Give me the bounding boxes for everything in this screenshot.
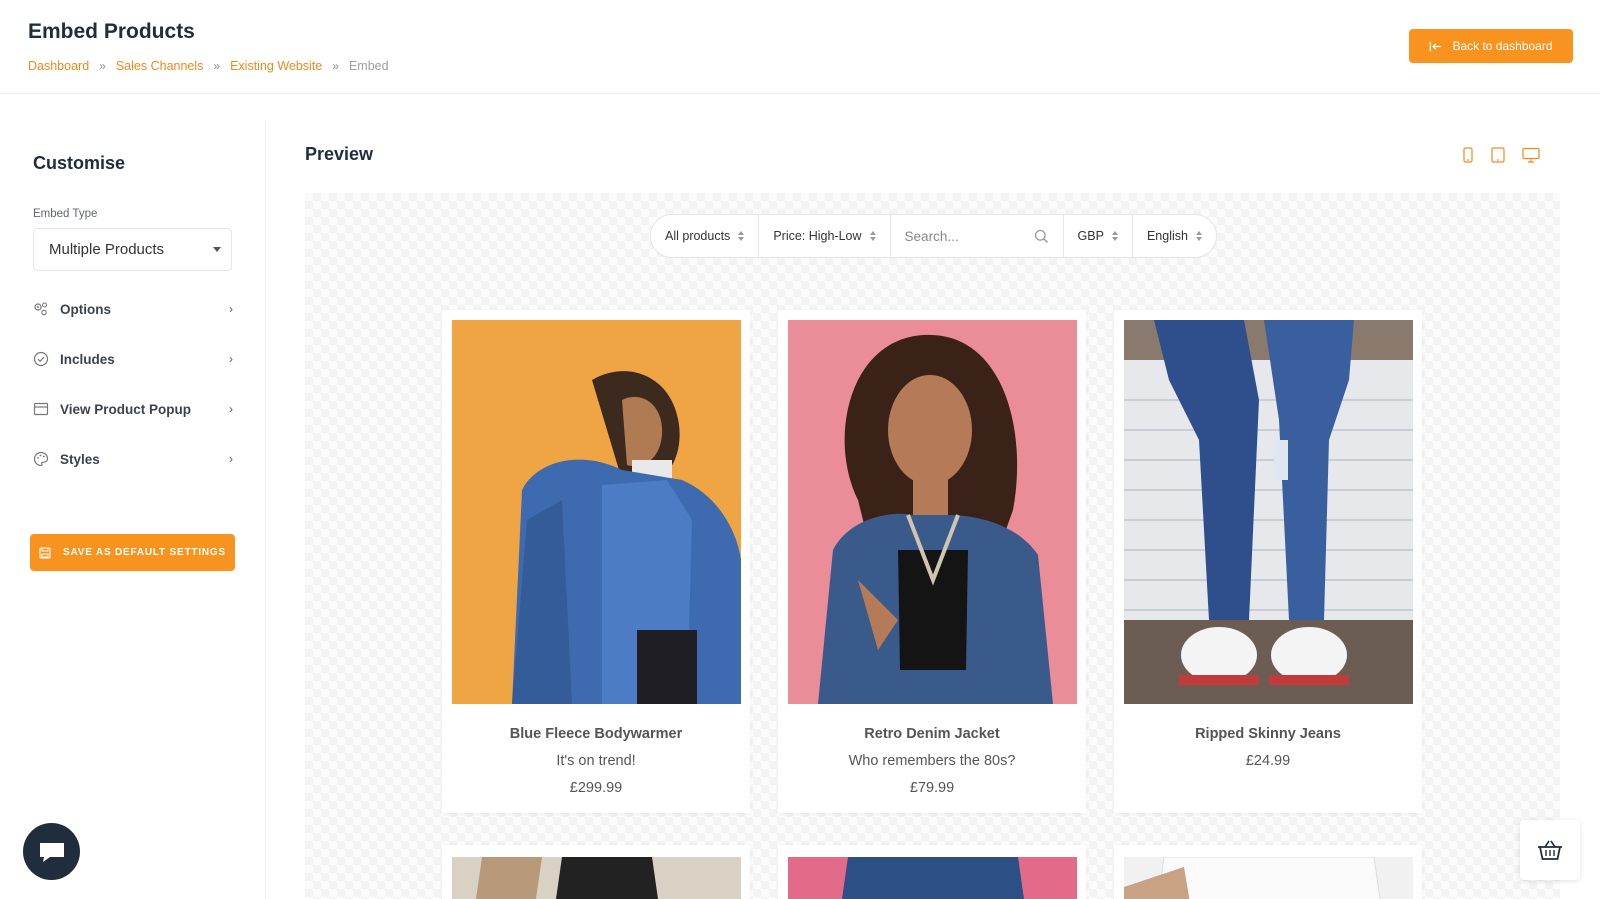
- preview-area: All products Price: High-Low GBP English: [305, 193, 1560, 899]
- embed-type-select[interactable]: Multiple Products: [33, 228, 232, 271]
- sort-select[interactable]: Price: High-Low: [759, 215, 891, 257]
- save-default-settings-label: SAVE AS DEFAULT SETTINGS: [63, 547, 226, 558]
- back-arrow-icon: [1429, 40, 1442, 53]
- currency-value: GBP: [1077, 229, 1104, 243]
- chevron-right-icon: ›: [229, 352, 233, 366]
- page-title: Embed Products: [28, 20, 195, 43]
- search-input[interactable]: [904, 228, 1025, 244]
- product-image: [1124, 857, 1413, 899]
- breadcrumb-existing-website[interactable]: Existing Website: [230, 59, 322, 73]
- product-card[interactable]: [1114, 845, 1422, 899]
- product-image: [452, 857, 741, 899]
- product-name: Retro Denim Jacket: [864, 726, 1000, 742]
- options-gear-icon: [33, 301, 49, 317]
- search-icon[interactable]: [1034, 229, 1049, 244]
- sidebar-item-options[interactable]: Options ›: [33, 297, 233, 321]
- category-select[interactable]: All products: [651, 215, 760, 257]
- caret-down-icon: [213, 247, 221, 252]
- breadcrumb-separator: »: [213, 59, 221, 73]
- product-price: £79.99: [909, 780, 955, 796]
- breadcrumb-separator: »: [99, 59, 106, 73]
- search-box: [891, 215, 1064, 257]
- product-name: Blue Fleece Bodywarmer: [509, 726, 683, 742]
- sidebar-item-styles[interactable]: Styles ›: [33, 447, 233, 471]
- sidebar-item-includes[interactable]: Includes ›: [33, 347, 233, 371]
- save-default-settings-button[interactable]: SAVE AS DEFAULT SETTINGS: [30, 534, 235, 571]
- product-name: Ripped Skinny Jeans: [1195, 726, 1341, 742]
- sidebar-item-label: Includes: [60, 351, 115, 367]
- sort-arrows-icon: [869, 231, 876, 241]
- basket-icon: [1537, 839, 1563, 861]
- product-tagline: Who remembers the 80s?: [848, 753, 1016, 769]
- save-disk-icon: [39, 546, 51, 559]
- sidebar-title: Customise: [33, 153, 126, 173]
- mobile-icon[interactable]: [1462, 147, 1474, 163]
- product-card[interactable]: Ripped Skinny Jeans £24.99: [1114, 310, 1422, 813]
- back-to-dashboard-label: Back to dashboard: [1452, 39, 1553, 53]
- sidebar-item-view-product-popup[interactable]: View Product Popup ›: [33, 397, 233, 421]
- back-to-dashboard-button[interactable]: Back to dashboard: [1409, 29, 1573, 63]
- chevron-right-icon: ›: [229, 302, 233, 316]
- sort-value: Price: High-Low: [773, 229, 862, 243]
- desktop-icon[interactable]: [1522, 147, 1540, 163]
- basket-button[interactable]: [1520, 820, 1580, 880]
- category-value: All products: [665, 229, 731, 243]
- window-icon: [33, 401, 49, 417]
- sort-arrows-icon: [1195, 231, 1202, 241]
- breadcrumb-dashboard[interactable]: Dashboard: [28, 59, 89, 73]
- embed-type-value: Multiple Products: [49, 241, 165, 258]
- sidebar-item-label: Options: [60, 301, 111, 317]
- filter-bar: All products Price: High-Low GBP English: [650, 214, 1217, 258]
- product-image: [452, 320, 741, 704]
- product-card[interactable]: [442, 845, 750, 899]
- currency-select[interactable]: GBP: [1064, 215, 1133, 257]
- preview-title: Preview: [305, 144, 374, 164]
- breadcrumb-separator: »: [332, 59, 339, 73]
- tablet-icon[interactable]: [1490, 147, 1506, 163]
- product-price: £24.99: [1245, 753, 1291, 769]
- breadcrumb-sales-channels[interactable]: Sales Channels: [116, 59, 204, 73]
- device-switcher: [1462, 147, 1540, 163]
- chat-icon: [38, 840, 66, 864]
- sidebar-item-label: Styles: [60, 451, 100, 467]
- customise-sidebar: Customise Embed Type Multiple Products O…: [0, 120, 266, 899]
- product-tagline: It's on trend!: [556, 753, 636, 769]
- sidebar-item-label: View Product Popup: [60, 401, 192, 417]
- chat-button[interactable]: [23, 823, 80, 880]
- chevron-right-icon: ›: [229, 402, 233, 416]
- product-card[interactable]: Blue Fleece Bodywarmer It's on trend! £2…: [442, 310, 750, 813]
- page-header: Embed Products Dashboard » Sales Channel…: [0, 0, 1600, 94]
- product-image: [1124, 320, 1413, 704]
- product-price: £299.99: [569, 780, 623, 796]
- product-image: [788, 857, 1077, 899]
- sort-arrows-icon: [1111, 231, 1118, 241]
- product-card[interactable]: Retro Denim Jacket Who remembers the 80s…: [778, 310, 1086, 813]
- breadcrumb: Dashboard » Sales Channels » Existing We…: [28, 59, 389, 73]
- language-value: English: [1146, 229, 1188, 243]
- product-image: [788, 320, 1077, 704]
- product-card[interactable]: [778, 845, 1086, 899]
- breadcrumb-current: Embed: [348, 59, 389, 73]
- language-select[interactable]: English: [1133, 215, 1216, 257]
- sort-arrows-icon: [738, 231, 745, 241]
- embed-type-label: Embed Type: [33, 208, 98, 220]
- check-circle-icon: [33, 351, 49, 367]
- chevron-right-icon: ›: [229, 452, 233, 466]
- palette-icon: [33, 451, 49, 467]
